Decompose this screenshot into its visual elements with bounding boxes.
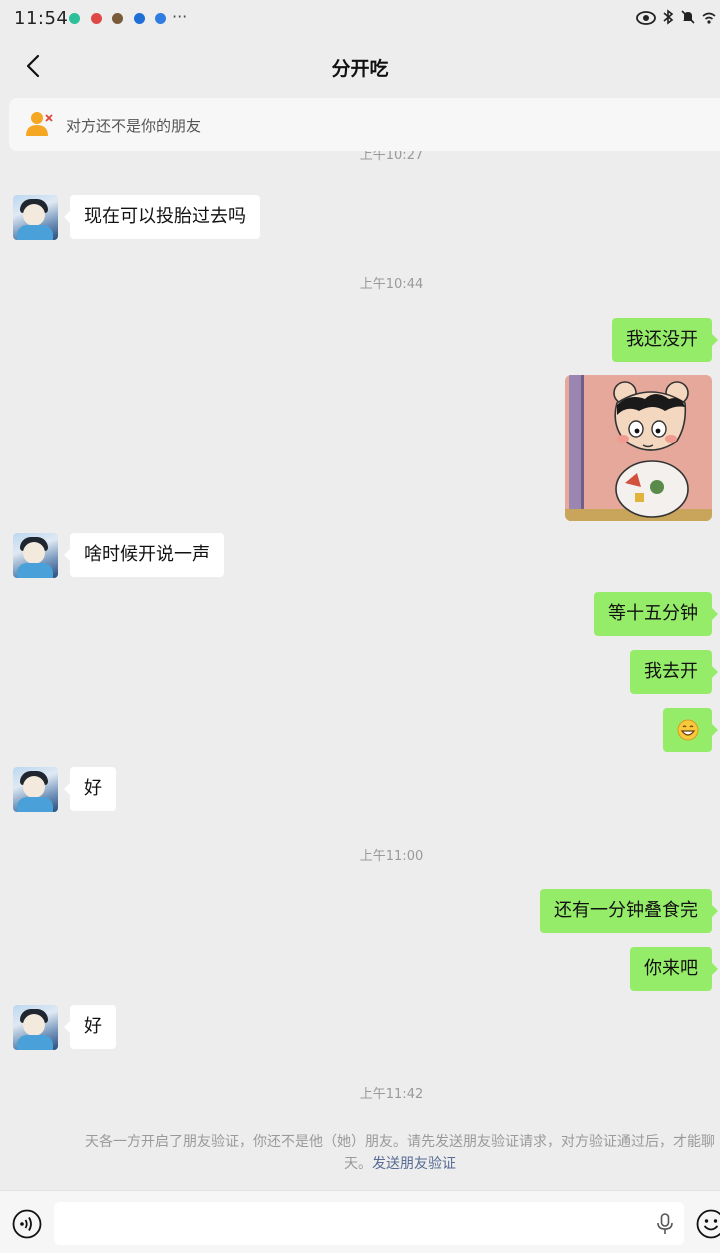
outgoing-message[interactable]: 等十五分钟	[594, 592, 718, 636]
cartoon-sticker-icon	[565, 375, 712, 521]
grin-emoji-icon	[677, 719, 698, 741]
input-bar	[0, 1190, 720, 1253]
qq-notification-icon	[112, 13, 123, 24]
status-time: 11:54	[14, 8, 69, 29]
notice-line: 天各一方开启了朋友验证，你还不是他（她）朋友。请先发送朋友验证请求，对方验证通过…	[85, 1134, 715, 1150]
outgoing-message[interactable]: 我还没开	[612, 318, 718, 362]
app-notification-icon	[69, 13, 80, 24]
avatar[interactable]	[13, 767, 58, 812]
wifi-icon	[702, 10, 716, 29]
avatar[interactable]	[13, 533, 58, 578]
avatar[interactable]	[13, 1005, 58, 1050]
app-notification-icon	[91, 13, 102, 24]
emoji-button[interactable]	[696, 1209, 720, 1239]
bluetooth-icon	[662, 9, 674, 29]
incoming-message[interactable]: 啥时候开说一声	[64, 533, 224, 577]
timestamp: 上午11:00	[359, 849, 424, 864]
microphone-icon[interactable]	[655, 1213, 675, 1235]
sticker-image[interactable]	[565, 375, 712, 521]
outgoing-message[interactable]: 我去开	[630, 650, 718, 694]
outgoing-emoji-message[interactable]	[663, 708, 718, 752]
nav-bar: 分开吃	[0, 38, 720, 94]
incoming-message[interactable]: 好	[64, 767, 116, 811]
outgoing-message[interactable]: 你来吧	[630, 947, 718, 991]
chevron-left-icon	[26, 54, 40, 78]
status-bar: 11:54 ···	[0, 0, 720, 38]
app-notification-icon	[155, 13, 166, 24]
voice-icon	[12, 1209, 42, 1239]
send-verification-link[interactable]: 发送朋友验证	[372, 1156, 456, 1172]
incoming-message[interactable]: 现在可以投胎过去吗	[64, 195, 260, 239]
smiley-icon	[696, 1209, 720, 1239]
incoming-message[interactable]: 好	[64, 1005, 116, 1049]
mute-icon	[680, 9, 696, 29]
back-button[interactable]	[14, 48, 54, 84]
outgoing-message[interactable]: 还有一分钟叠食完	[540, 889, 718, 933]
eye-icon	[636, 10, 656, 29]
app-notification-icon	[134, 13, 145, 24]
not-friend-text: 对方还不是你的朋友	[66, 117, 202, 135]
friend-verification-notice: 天各一方开启了朋友验证，你还不是他（她）朋友。请先发送朋友验证请求，对方验证通过…	[20, 1131, 720, 1175]
not-friend-banner[interactable]: 对方还不是你的朋友	[9, 98, 720, 151]
add-friend-icon	[26, 112, 53, 136]
voice-toggle-button[interactable]	[12, 1209, 42, 1239]
timestamp: 上午11:42	[359, 1087, 424, 1102]
chat-title: 分开吃	[331, 58, 389, 80]
avatar[interactable]	[13, 195, 58, 240]
notice-line: 天。发送朋友验证	[20, 1153, 720, 1175]
message-input[interactable]	[54, 1202, 684, 1245]
timestamp: 上午10:27	[359, 151, 424, 163]
more-notifications-icon: ···	[172, 7, 188, 26]
notice-text: 天。	[344, 1156, 372, 1172]
timestamp: 上午10:44	[359, 277, 424, 292]
